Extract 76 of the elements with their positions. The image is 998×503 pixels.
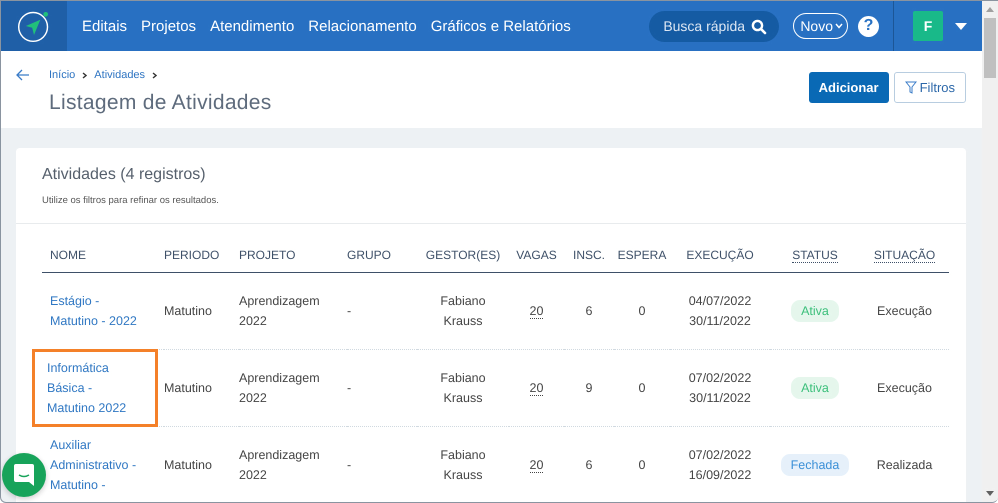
table-cell-text: Fabiano Krauss [439, 447, 487, 484]
filters-button[interactable]: Filtros [894, 72, 966, 103]
end-date: 16/09/2022 [688, 467, 752, 484]
activity-name-link[interactable]: Auxiliar Administrativo - Matutino - [50, 435, 146, 495]
table-cell: 20 [530, 458, 544, 473]
column-header: NOME [50, 248, 86, 262]
nav-menu-item[interactable]: Atendimento [210, 18, 294, 34]
end-date: 30/11/2022 [688, 390, 752, 407]
table-cell-text: Aprendizagem 2022 [239, 293, 321, 330]
start-date: 07/02/2022 [688, 370, 752, 387]
breadcrumb-link[interactable]: Início [49, 69, 76, 81]
column-header: PERIODO [164, 248, 220, 262]
activity-name-link[interactable]: Informática Básica - Matutino 2022 [35, 352, 155, 424]
quick-search-field[interactable]: Busca rápida [649, 10, 780, 42]
nav-menu-item[interactable]: Projetos [141, 18, 196, 34]
nav-menu-item[interactable]: Gráficos e Relatórios [430, 18, 571, 34]
nav-menu-item[interactable]: Relacionamento [308, 18, 417, 34]
chevron-right-icon [152, 72, 158, 78]
caret-down-icon[interactable] [955, 22, 967, 30]
table-cell: 20 [530, 381, 544, 396]
scrollbar[interactable] [982, 1, 998, 502]
scroll-up-icon[interactable] [986, 7, 994, 12]
column-header: GESTOR(ES) [426, 248, 500, 262]
table-cell: - [347, 381, 352, 395]
start-date: 07/02/2022 [688, 447, 752, 464]
column-header: EXECUÇÃO [686, 248, 754, 262]
filter-icon [904, 81, 917, 94]
column-header: STATUS [792, 248, 838, 263]
table-cell: Matutino [164, 458, 212, 472]
back-arrow-icon[interactable] [16, 69, 30, 81]
column-header: GRUPO [347, 248, 392, 262]
table-cell: 20 [530, 304, 544, 319]
table-cell: - [347, 458, 352, 472]
table-cell-text: Fabiano Krauss [439, 370, 487, 407]
table-cell: 0 [638, 381, 646, 395]
page-title: Listagem de Atividades [49, 91, 272, 115]
table-cell: Execução [877, 381, 932, 395]
table-cell: Matutino [164, 381, 212, 395]
chevron-down-icon [835, 23, 843, 29]
start-date: 04/07/2022 [688, 293, 752, 310]
breadcrumb-link[interactable]: Atividades [94, 69, 146, 81]
add-button[interactable]: Adicionar [808, 72, 889, 103]
help-button[interactable]: ? [858, 16, 879, 36]
table-cell-text: Fabiano Krauss [439, 293, 487, 330]
status-tag: Ativa [791, 300, 839, 322]
column-header: INSC. [572, 248, 605, 262]
table-cell: Matutino [164, 304, 212, 318]
table-cell: - [347, 304, 352, 318]
table-cell: 9 [586, 381, 592, 395]
activity-name-link[interactable]: Estágio - Matutino - 2022 [50, 291, 146, 331]
card-title: Atividades (4 registros) [42, 165, 207, 184]
status-tag: Fechada [780, 454, 850, 476]
nav-menu-item[interactable]: Editais [82, 18, 128, 34]
table-cell-text: Aprendizagem 2022 [239, 370, 321, 407]
column-header: PROJETO [239, 248, 296, 262]
table-cell: Execução [877, 304, 932, 318]
search-icon[interactable] [751, 18, 768, 34]
column-header: SITUAÇÃO [874, 248, 936, 263]
chevron-right-icon [82, 72, 88, 78]
table-cell: 0 [638, 458, 646, 472]
user-avatar[interactable]: F [913, 11, 943, 41]
table-cell-text: Aprendizagem 2022 [239, 447, 321, 484]
table-cell: 0 [638, 304, 646, 318]
card-subtitle: Utilize os filtros para refinar os resultados. [42, 195, 220, 206]
end-date: 30/11/2022 [688, 313, 752, 330]
table-cell: Realizada [876, 458, 932, 472]
column-header: ESPERA [618, 248, 666, 262]
scroll-down-icon[interactable] [986, 491, 994, 496]
column-header: VAGAS [516, 248, 557, 262]
status-tag: Ativa [791, 377, 839, 399]
chat-bubble-icon [13, 463, 35, 487]
new-dropdown-button[interactable]: Novo [793, 13, 848, 39]
chat-button[interactable] [2, 453, 46, 497]
scrollbar-thumb[interactable] [984, 18, 996, 78]
table-cell: 6 [586, 458, 592, 472]
table-cell: 6 [586, 304, 592, 318]
